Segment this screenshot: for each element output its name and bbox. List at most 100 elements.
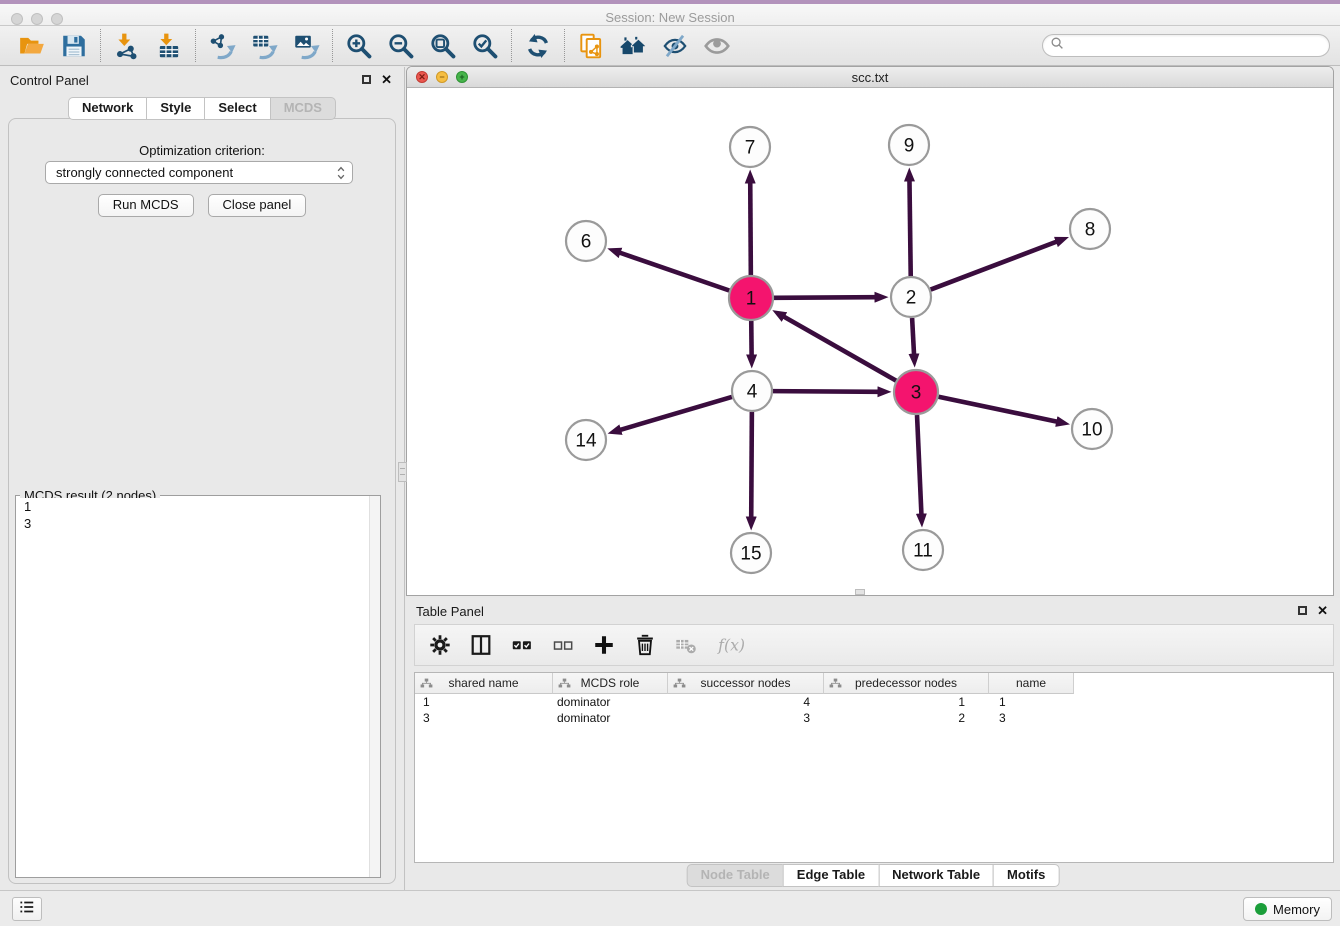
deselect-all-columns-icon[interactable] bbox=[550, 632, 576, 658]
network-graph[interactable]: 7 9 6 8 1 2 4 3 14 10 15 11 bbox=[407, 88, 1333, 595]
network-view-window: ✕ − + scc.txt 7 9 6 8 1 2 4 3 14 10 15 11 bbox=[406, 66, 1334, 596]
add-column-icon[interactable] bbox=[591, 632, 617, 658]
column-header-name[interactable]: name bbox=[989, 673, 1074, 694]
refresh-icon[interactable] bbox=[523, 31, 553, 61]
table-row[interactable]: 1dominator411 bbox=[415, 694, 1333, 710]
delete-column-icon[interactable] bbox=[632, 632, 658, 658]
table-cell[interactable]: 2 bbox=[824, 710, 989, 726]
node-6[interactable]: 6 bbox=[566, 221, 606, 261]
edge-1-2[interactable] bbox=[774, 297, 875, 298]
edge-4-15[interactable] bbox=[751, 412, 752, 517]
task-history-button[interactable] bbox=[12, 897, 42, 921]
import-network-icon[interactable] bbox=[112, 31, 142, 61]
edge-3-10[interactable] bbox=[939, 397, 1057, 422]
edge-4-3[interactable] bbox=[773, 391, 878, 392]
edge-1-7[interactable] bbox=[750, 183, 751, 275]
mcds-result-textarea[interactable]: 13 bbox=[18, 498, 378, 875]
run-mcds-button[interactable]: Run MCDS bbox=[98, 194, 194, 217]
close-panel-icon[interactable]: ✕ bbox=[381, 74, 392, 85]
save-session-icon[interactable] bbox=[59, 31, 89, 61]
node-15[interactable]: 15 bbox=[731, 533, 771, 573]
tab-style[interactable]: Style bbox=[146, 97, 205, 120]
tab-select[interactable]: Select bbox=[204, 97, 270, 120]
table-cell[interactable]: dominator bbox=[553, 710, 668, 726]
network-window-titlebar[interactable]: ✕ − + scc.txt bbox=[407, 67, 1333, 88]
tab-edge-table[interactable]: Edge Table bbox=[783, 864, 879, 887]
node-4[interactable]: 4 bbox=[732, 371, 772, 411]
edge-2-8[interactable] bbox=[931, 242, 1057, 290]
search-input[interactable] bbox=[1065, 37, 1329, 55]
table-row[interactable]: 3dominator323 bbox=[415, 710, 1333, 726]
hierarchy-icon bbox=[558, 678, 571, 689]
table-cell[interactable]: 1 bbox=[989, 694, 1074, 710]
edge-1-6[interactable] bbox=[620, 253, 729, 291]
node-9[interactable]: 9 bbox=[889, 125, 929, 165]
tab-network[interactable]: Network bbox=[68, 97, 147, 120]
node-1[interactable]: 1 bbox=[729, 276, 773, 320]
gear-icon[interactable] bbox=[427, 632, 453, 658]
tab-node-table[interactable]: Node Table bbox=[687, 864, 784, 887]
export-image-icon[interactable] bbox=[291, 31, 321, 61]
export-network-icon[interactable] bbox=[207, 31, 237, 61]
zoom-selected-icon[interactable] bbox=[470, 31, 500, 61]
edge-2-9[interactable] bbox=[909, 181, 910, 276]
node-label: 2 bbox=[906, 288, 917, 309]
search-box[interactable] bbox=[1042, 34, 1330, 57]
node-8[interactable]: 8 bbox=[1070, 209, 1110, 249]
open-session-icon[interactable] bbox=[17, 31, 47, 61]
mcds-result-line: 1 bbox=[18, 498, 378, 515]
horizontal-splitter-handle[interactable] bbox=[855, 589, 865, 595]
node-label: 15 bbox=[740, 544, 761, 565]
table-cell[interactable]: 1 bbox=[824, 694, 989, 710]
chevron-updown-icon bbox=[336, 165, 346, 181]
node-10[interactable]: 10 bbox=[1072, 409, 1112, 449]
node-11[interactable]: 11 bbox=[903, 530, 943, 570]
criterion-dropdown[interactable]: strongly connected component bbox=[45, 161, 353, 184]
column-header-successor-nodes[interactable]: successor nodes bbox=[668, 673, 824, 694]
tab-network-table[interactable]: Network Table bbox=[878, 864, 994, 887]
node-label: 14 bbox=[575, 431, 597, 452]
vertical-splitter-handle[interactable] bbox=[398, 462, 407, 482]
table-cell[interactable]: 1 bbox=[415, 694, 553, 710]
memory-label: Memory bbox=[1273, 902, 1320, 917]
table-header-row: shared nameMCDS rolesuccessor nodesprede… bbox=[415, 673, 1333, 694]
column-header-mcds-role[interactable]: MCDS role bbox=[553, 673, 668, 694]
node-2[interactable]: 2 bbox=[891, 277, 931, 317]
export-table-icon[interactable] bbox=[249, 31, 279, 61]
float-panel-icon[interactable] bbox=[362, 75, 371, 84]
table-cell[interactable]: 3 bbox=[989, 710, 1074, 726]
import-table-icon[interactable] bbox=[154, 31, 184, 61]
column-header-shared-name[interactable]: shared name bbox=[415, 673, 553, 694]
table-cell[interactable]: 4 bbox=[668, 694, 824, 710]
node-label: 9 bbox=[904, 136, 915, 157]
zoom-fit-icon[interactable] bbox=[428, 31, 458, 61]
copy-network-icon[interactable] bbox=[576, 31, 606, 61]
split-columns-icon[interactable] bbox=[468, 632, 494, 658]
edge-3-11[interactable] bbox=[917, 415, 921, 514]
memory-button[interactable]: Memory bbox=[1243, 897, 1332, 921]
close-table-panel-icon[interactable]: ✕ bbox=[1317, 605, 1328, 616]
tab-motifs[interactable]: Motifs bbox=[993, 864, 1059, 887]
home-layout-icon[interactable] bbox=[618, 31, 648, 61]
float-table-panel-icon[interactable] bbox=[1298, 606, 1307, 615]
node-7[interactable]: 7 bbox=[730, 127, 770, 167]
edge-4-14[interactable] bbox=[621, 397, 732, 430]
zoom-out-icon[interactable] bbox=[386, 31, 416, 61]
hide-selected-icon[interactable] bbox=[660, 31, 690, 61]
node-14[interactable]: 14 bbox=[566, 420, 606, 460]
session-title: Session: New Session bbox=[0, 10, 1340, 25]
table-cell[interactable]: dominator bbox=[553, 694, 668, 710]
edge-2-3[interactable] bbox=[912, 318, 914, 354]
close-panel-button[interactable]: Close panel bbox=[208, 194, 307, 217]
node-label: 4 bbox=[747, 382, 758, 403]
zoom-in-icon[interactable] bbox=[344, 31, 374, 61]
table-cell[interactable]: 3 bbox=[668, 710, 824, 726]
criterion-value: strongly connected component bbox=[56, 165, 233, 180]
result-scrollbar[interactable] bbox=[369, 496, 380, 877]
node-3[interactable]: 3 bbox=[894, 370, 938, 414]
select-all-columns-icon[interactable] bbox=[509, 632, 535, 658]
column-header-predecessor-nodes[interactable]: predecessor nodes bbox=[824, 673, 989, 694]
table-cell[interactable]: 3 bbox=[415, 710, 553, 726]
edge-3-1[interactable] bbox=[784, 317, 896, 381]
tab-mcds[interactable]: MCDS bbox=[270, 97, 336, 120]
